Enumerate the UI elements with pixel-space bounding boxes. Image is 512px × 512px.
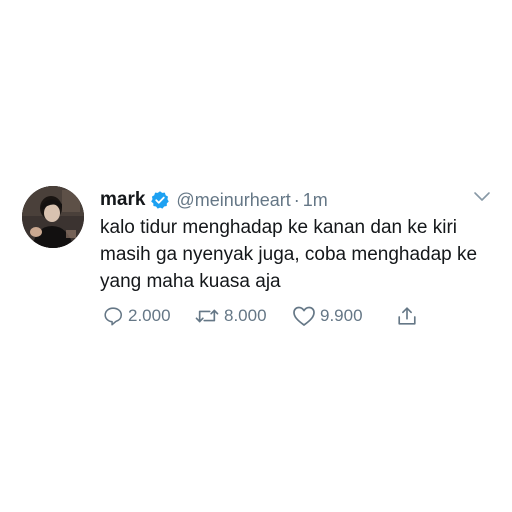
tweet-actions: 2.000 8.000 9.900 bbox=[102, 304, 426, 328]
retweet-count: 8.000 bbox=[224, 306, 267, 325]
tweet-header: mark @meinurheart · 1m bbox=[100, 188, 328, 212]
share-icon bbox=[398, 307, 416, 325]
reply-button[interactable]: 2.000 bbox=[102, 305, 194, 327]
separator-dot: · bbox=[293, 189, 300, 210]
tweet[interactable]: mark @meinurheart · 1m kalo tidur mengha… bbox=[22, 184, 492, 334]
chevron-down-icon[interactable] bbox=[472, 190, 492, 204]
tweet-text: kalo tidur menghadap ke kanan dan ke kir… bbox=[100, 217, 478, 292]
verified-badge-icon bbox=[150, 190, 170, 210]
handle[interactable]: @meinurheart bbox=[176, 190, 290, 211]
share-button[interactable] bbox=[396, 305, 426, 327]
like-count: 9.900 bbox=[320, 306, 363, 325]
retweet-icon bbox=[195, 309, 219, 323]
heart-icon bbox=[293, 306, 315, 326]
display-name[interactable]: mark bbox=[100, 189, 145, 211]
avatar[interactable] bbox=[22, 186, 84, 248]
reply-icon bbox=[104, 307, 123, 326]
reply-count: 2.000 bbox=[128, 306, 171, 325]
like-button[interactable]: 9.900 bbox=[292, 305, 396, 327]
avatar-photo bbox=[22, 186, 84, 248]
timestamp[interactable]: 1m bbox=[303, 190, 328, 211]
retweet-button[interactable]: 8.000 bbox=[194, 305, 292, 327]
